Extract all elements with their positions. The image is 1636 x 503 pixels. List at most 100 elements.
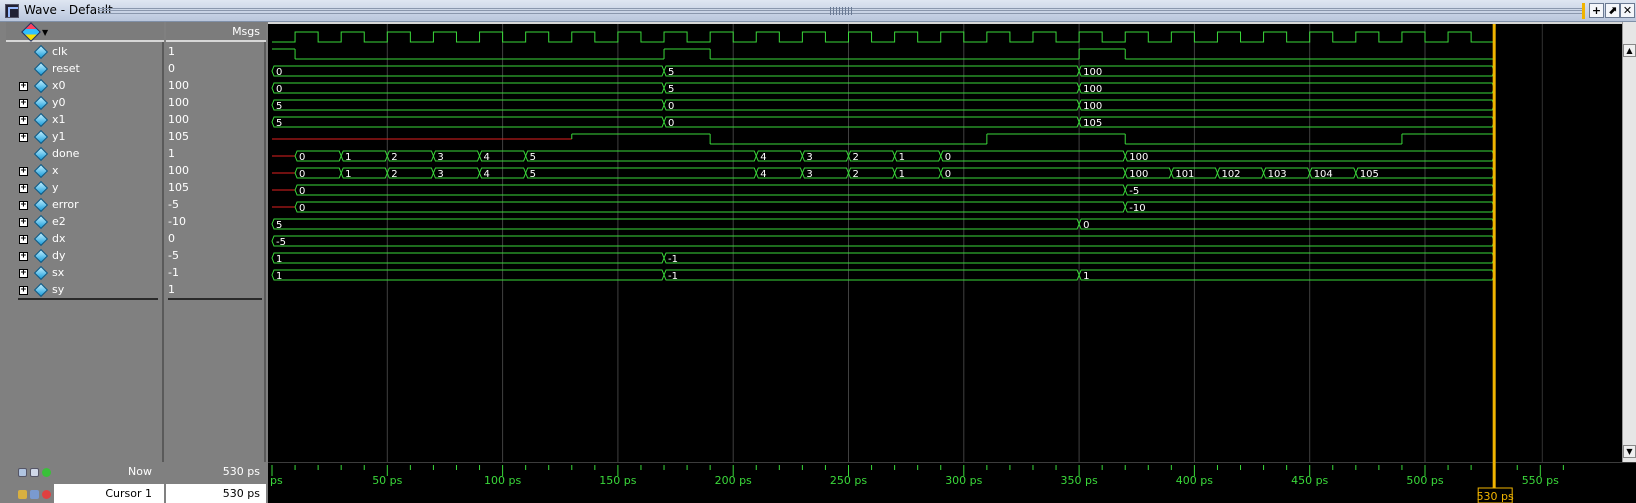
e2-bus-value: 0	[299, 203, 305, 214]
window-titlebar[interactable]: Wave - Default + ⬈ ✕	[0, 0, 1636, 22]
signal-diamond-icon	[33, 61, 49, 77]
x-bus-value: 4	[484, 152, 490, 163]
signal-value: 105	[168, 130, 189, 143]
ruler-tick-label: 400 ps	[1176, 474, 1213, 487]
waveform-canvas[interactable]: 0 5 1000 5 1005 0 1005 0 1050 1 2 3 4 5 4 3 2 1 0 1000 1 2 3 4 5…	[268, 24, 1622, 464]
chevron-down-icon[interactable]: ▼	[42, 28, 48, 37]
expand-icon[interactable]: +	[19, 201, 28, 210]
ruler-tick-label: ps	[270, 474, 283, 487]
ruler-tick-label: 550 ps	[1522, 474, 1559, 487]
signal-diamond-icon	[33, 197, 49, 213]
y-bus-value: 4	[760, 169, 766, 180]
signal-name: sy	[52, 283, 65, 296]
signal-name: y0	[52, 96, 66, 109]
y-bus-value: 102	[1221, 169, 1240, 180]
lock-cursor-icon[interactable]	[18, 490, 27, 499]
signal-name: error	[52, 198, 79, 211]
signal-diamond-icon	[33, 129, 49, 145]
x-bus-value: 0	[945, 152, 951, 163]
signal-row-clk[interactable]: clk 1	[0, 44, 268, 61]
vertical-scrollbar[interactable]: ▲ ▼	[1622, 22, 1636, 462]
ruler-tick-label: 50 ps	[372, 474, 402, 487]
expand-icon[interactable]: +	[19, 235, 28, 244]
signal-format-icon[interactable]	[21, 22, 41, 42]
add-pane-button[interactable]: +	[1589, 3, 1604, 18]
waveform-area[interactable]: 0 5 100 0 5 100 5 0 100 5 0 105 0 1 2 3 4 5 4 3 2 1 0 100 0 1 2 3 4 5…	[268, 22, 1622, 464]
signal-row-reset[interactable]: reset 0	[0, 61, 268, 78]
signal-row-done[interactable]: done 1	[0, 146, 268, 163]
y1-bus-value: 105	[1083, 118, 1102, 129]
signal-row-sx[interactable]: + sx -1	[0, 265, 268, 282]
signal-diamond-icon	[33, 112, 49, 128]
time-ruler[interactable]: ps 50 ps 100 ps 150 ps 200 ps 250 ps 300 ps 350…	[268, 461, 1636, 503]
expand-icon[interactable]: +	[19, 99, 28, 108]
expand-icon[interactable]: +	[19, 252, 28, 261]
signal-row-x1[interactable]: + x1 100	[0, 112, 268, 129]
signal-row-sy[interactable]: + sy 1	[0, 282, 268, 299]
wave-preferences-icon[interactable]	[30, 468, 39, 477]
error-bus-value: -5	[1129, 186, 1139, 197]
expand-icon[interactable]: +	[19, 218, 28, 227]
error-bus-value: 0	[299, 186, 305, 197]
signal-row-y[interactable]: + y 105	[0, 180, 268, 197]
expand-icon[interactable]: +	[19, 82, 28, 91]
sy-bus-value: 1	[276, 271, 282, 282]
signal-row-dx[interactable]: + dx 0	[0, 231, 268, 248]
signal-name: x1	[52, 113, 66, 126]
y0-bus-segment	[1078, 82, 1495, 94]
x1-bus-segment	[271, 99, 665, 111]
cursor-name-field[interactable]: Cursor 1	[54, 484, 164, 503]
name-divider	[18, 298, 158, 300]
expand-icon[interactable]: +	[19, 286, 28, 295]
x-bus-value: 2	[391, 152, 397, 163]
signal-row-y0[interactable]: + y0 100	[0, 95, 268, 112]
expand-icon[interactable]: +	[19, 167, 28, 176]
y-bus-value: 100	[1129, 169, 1148, 180]
scroll-up-arrow-icon[interactable]: ▲	[1623, 44, 1636, 57]
expand-icon[interactable]: +	[19, 133, 28, 142]
scroll-down-arrow-icon[interactable]: ▼	[1623, 445, 1636, 458]
ruler-tick-label: 250 ps	[830, 474, 867, 487]
sx-bus-value: 1	[276, 254, 282, 265]
add-cursor-icon[interactable]	[42, 468, 51, 477]
msgs-header-label: Msgs	[232, 25, 260, 38]
expand-icon[interactable]: +	[19, 269, 28, 278]
wave-settings-icon[interactable]	[18, 468, 27, 477]
signal-row-x0[interactable]: + x0 100	[0, 78, 268, 95]
y1-bus-segment	[663, 116, 1080, 128]
y1-bus-segment	[1078, 116, 1495, 128]
y-bus-value: 1	[345, 169, 351, 180]
x0-bus-value: 0	[276, 67, 282, 78]
remove-cursor-icon[interactable]	[42, 490, 51, 499]
signal-name: dx	[52, 232, 66, 245]
expand-icon[interactable]: +	[19, 116, 28, 125]
signal-value: 100	[168, 96, 189, 109]
signal-diamond-icon	[33, 78, 49, 94]
close-button[interactable]: ✕	[1620, 3, 1635, 18]
signal-row-error[interactable]: + error -5	[0, 197, 268, 214]
ruler-tick-label: 500 ps	[1406, 474, 1443, 487]
ruler-tick-label: 150 ps	[599, 474, 636, 487]
signal-row-e2[interactable]: + e2 -10	[0, 214, 268, 231]
error-bus-segment	[294, 184, 1126, 196]
signal-value: 100	[168, 79, 189, 92]
y-bus-segment	[525, 167, 757, 179]
signal-value: -5	[168, 198, 179, 211]
undock-grip-icon[interactable]	[830, 7, 854, 15]
edit-cursor-icon[interactable]	[30, 490, 39, 499]
name-column-header: ▼	[6, 22, 164, 42]
signal-diamond-icon	[33, 163, 49, 179]
time-ruler-canvas[interactable]: ps 50 ps 100 ps 150 ps 200 ps 250 ps 300 ps 350…	[268, 461, 1636, 503]
y1-bus-value: 5	[276, 118, 282, 129]
dx-bus-value: 5	[276, 220, 282, 231]
expand-icon[interactable]: +	[19, 184, 28, 193]
signal-name: dy	[52, 249, 66, 262]
y-bus-value: 5	[530, 169, 536, 180]
x1-bus-value: 0	[668, 101, 674, 112]
signal-row-y1[interactable]: + y1 105	[0, 129, 268, 146]
cursor-value-field[interactable]: 530 ps	[166, 484, 266, 503]
y0-bus-value: 0	[276, 84, 282, 95]
signal-row-dy[interactable]: + dy -5	[0, 248, 268, 265]
signal-row-x[interactable]: + x 100	[0, 163, 268, 180]
undock-button[interactable]: ⬈	[1605, 3, 1620, 18]
